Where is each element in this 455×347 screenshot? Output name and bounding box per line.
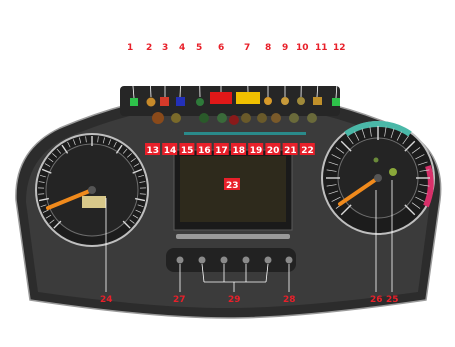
tachometer-lamp-icon [373,157,379,163]
callout-21: 21 [284,146,297,156]
callout-14: 14 [164,146,177,156]
callout-5: 5 [196,43,202,53]
callout-11: 11 [315,43,328,53]
callout-9: 9 [282,43,288,53]
center-display-slot [176,234,290,239]
amber-lamp-icon [257,113,267,123]
callout-17: 17 [215,146,228,156]
button-4-icon [242,256,250,264]
green-indicator-icon [196,98,204,106]
button-1-icon [176,256,184,264]
callout-29: 29 [228,295,241,305]
green-indicator-icon [130,98,138,106]
red-lamp-icon [229,115,239,125]
top-callouts: 1 2 3 4 5 6 7 8 9 10 11 12 [127,43,346,53]
amber-lamp-icon [271,113,281,123]
amber-indicator-icon [313,97,322,105]
callout-13: 13 [147,146,160,156]
callout-15: 15 [181,146,194,156]
amber-lamp-icon [289,113,299,123]
callout-28: 28 [283,295,296,305]
lamp-strip-bar [184,132,306,135]
callout-6: 6 [218,43,224,53]
callout-12: 12 [333,43,346,53]
callout-10: 10 [296,43,309,53]
tachometer-gauge [321,121,435,235]
button-5-icon [264,256,272,264]
instrument-cluster-diagram: 1 2 3 4 5 6 7 8 9 10 11 12 13 14 15 16 17 18 1… [0,0,455,347]
callout-18: 18 [233,146,246,156]
green-indicator-icon [332,98,340,106]
callout-27: 27 [173,295,186,305]
amber-lamp-icon [152,112,164,124]
red-indicator-icon [160,97,169,106]
amber-lamp-icon [241,113,251,123]
cluster-svg: 1 2 3 4 5 6 7 8 9 10 11 12 13 14 15 16 17 18 1… [15,43,442,319]
tachometer-hub [374,174,382,182]
bottom-button-strip [166,248,296,272]
callout-23: 23 [226,181,239,191]
speedometer-hub [88,186,96,194]
amber-indicator-icon [264,97,272,105]
amber-indicator-icon [281,97,289,105]
callout-22: 22 [301,146,314,156]
callout-8: 8 [265,43,271,53]
callout-16: 16 [198,146,211,156]
yellow-indicator-icon [236,92,260,104]
amber-lamp-icon [307,113,317,123]
callout-2: 2 [146,43,152,53]
callout-4: 4 [179,43,185,53]
amber-lamp-icon [171,113,181,123]
callout-3: 3 [162,43,168,53]
amber-indicator-icon [146,97,156,107]
tachometer-lamp-icon [389,168,397,176]
red-indicator-icon [210,92,232,104]
callout-24: 24 [100,295,113,305]
button-2-icon [198,256,206,264]
amber-indicator-icon [297,97,305,105]
green-lamp-icon [199,113,209,123]
callout-1: 1 [127,43,133,53]
callout-7: 7 [244,43,250,53]
button-6-icon [285,256,293,264]
speedometer-gauge [35,133,149,247]
callout-26: 26 [370,295,383,305]
speedometer-odometer-display [82,196,106,208]
callout-19: 19 [250,146,263,156]
callout-25: 25 [386,295,399,305]
green-lamp-icon [217,113,227,123]
button-3-icon [220,256,228,264]
callout-20: 20 [267,146,280,156]
blue-indicator-icon [176,97,185,106]
